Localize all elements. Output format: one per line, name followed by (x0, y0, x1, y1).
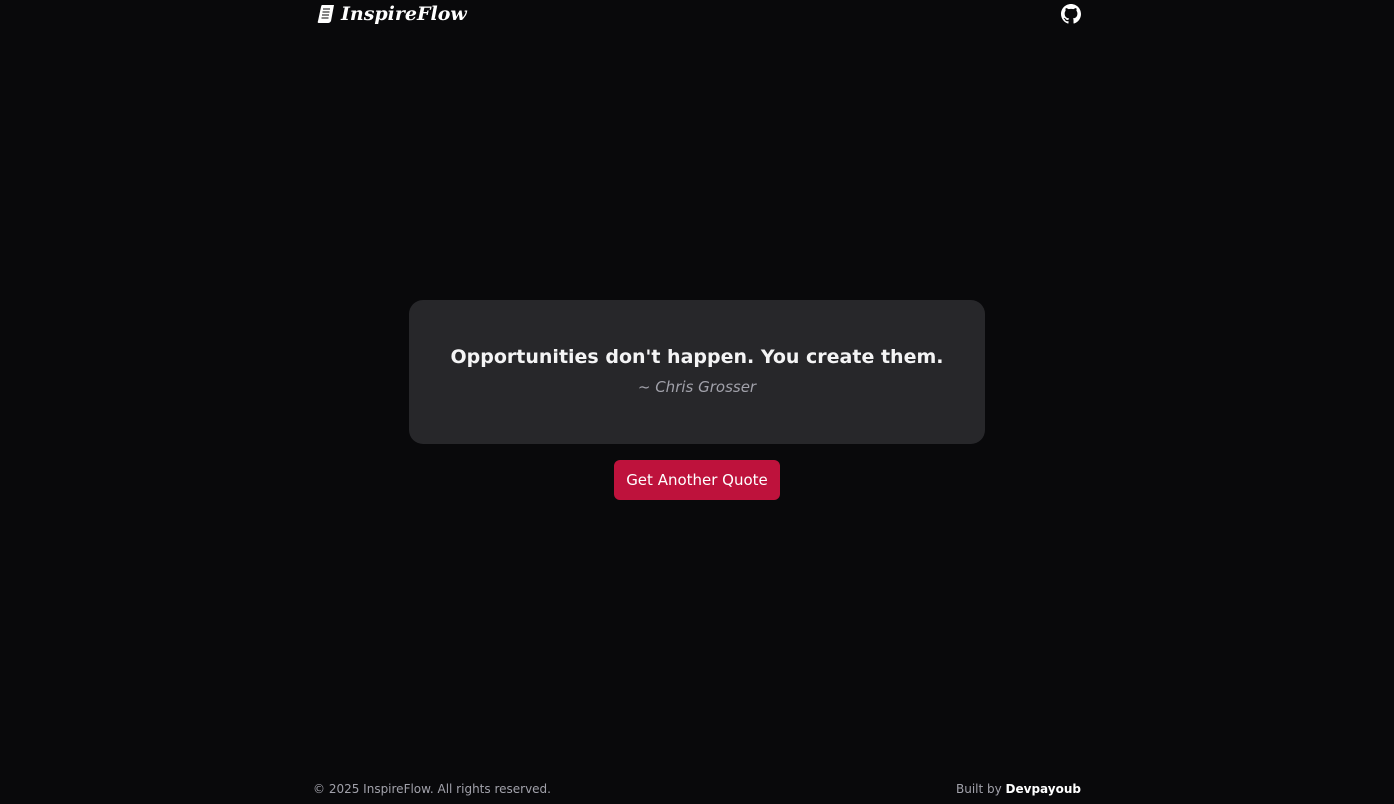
built-by: Built by Devpayoub (956, 782, 1081, 796)
scroll-icon (317, 4, 335, 24)
get-another-quote-button[interactable]: Get Another Quote (614, 460, 780, 500)
brand-link[interactable]: InspireFlow (313, 3, 467, 25)
built-by-label: Built by (955, 782, 1006, 796)
copyright-text: © 2025 InspireFlow. All rights reserved. (313, 782, 551, 796)
github-icon (1061, 4, 1081, 24)
github-link[interactable] (1061, 4, 1081, 24)
site-footer: © 2025 InspireFlow. All rights reserved.… (313, 778, 1081, 800)
page: InspireFlow Opportunities don't happen. … (0, 0, 1394, 804)
quote-card: Opportunities don't happen. You create t… (409, 300, 985, 444)
brand-name: InspireFlow (341, 3, 467, 25)
builder-link[interactable]: Devpayoub (1006, 782, 1081, 796)
quote-text: Opportunities don't happen. You create t… (450, 346, 944, 368)
quote-author: ~ Chris Grosser (637, 378, 757, 396)
site-header: InspireFlow (313, 0, 1081, 28)
